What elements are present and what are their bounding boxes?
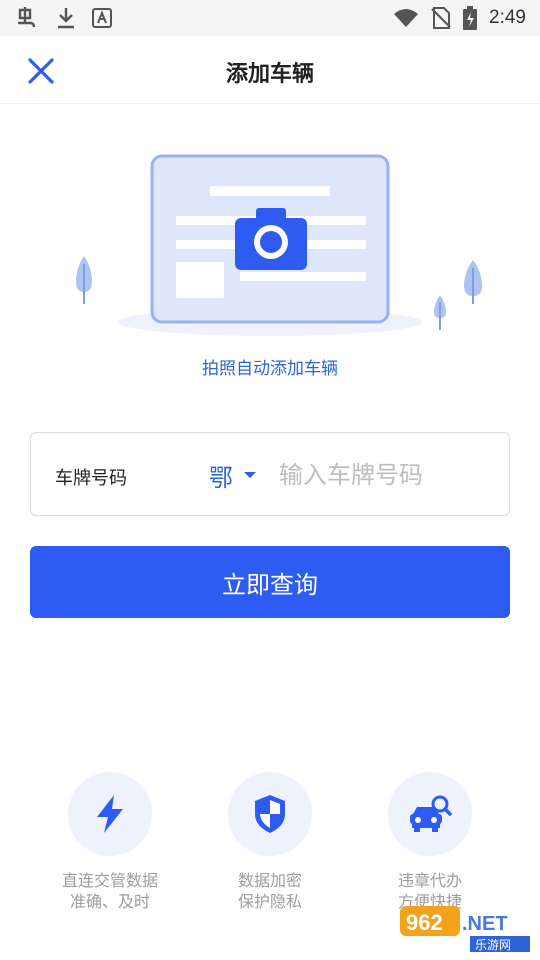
feature-line: 违章代办: [397, 871, 462, 890]
feature-circle: [68, 772, 152, 856]
feature-item-realtime: 直连交管数据 准确、及时: [30, 772, 190, 912]
chevron-down-icon: [244, 472, 256, 478]
province-value: 鄂: [209, 463, 233, 492]
small-tree-icon: [434, 295, 446, 330]
plate-number-field: 车牌号码 鄂: [30, 432, 510, 516]
svg-text:.NET: .NET: [462, 913, 508, 935]
feature-list: 直连交管数据 准确、及时 数据加密 保护隐私 违章代办 方便快捷: [0, 772, 540, 922]
watermark-logo: 962 .NET 乐游网: [400, 902, 532, 954]
no-sim-icon: [431, 7, 451, 29]
right-tree-icon: [464, 260, 482, 304]
feature-line: 保护隐私: [237, 892, 302, 911]
feature-line: 直连交管数据: [61, 871, 158, 890]
wifi-icon: [393, 8, 419, 28]
plate-number-input[interactable]: [279, 453, 489, 497]
svg-text:乐游网: 乐游网: [475, 938, 511, 952]
download-icon: [56, 7, 76, 29]
app-notification-icon: [14, 7, 40, 29]
feature-circle: [388, 772, 472, 856]
car-search-icon: [410, 795, 452, 832]
shield-icon: [255, 795, 285, 833]
status-time: 2:49: [489, 7, 526, 28]
font-app-icon: [92, 8, 112, 28]
feature-line: 数据加密: [237, 871, 302, 890]
auto-add-vehicle-link[interactable]: 拍照自动添加车辆: [0, 354, 540, 379]
page-title: 添加车辆: [225, 62, 314, 87]
feature-text: 数据加密 保护隐私: [190, 870, 350, 912]
svg-text:962: 962: [406, 910, 443, 935]
feature-circle: [228, 772, 312, 856]
province-selector[interactable]: 鄂: [209, 455, 257, 495]
status-right-icons: 2:49: [393, 6, 526, 30]
status-bar: 2:49: [0, 0, 540, 36]
app-header: 添加车辆: [0, 36, 540, 104]
feature-line: 准确、及时: [69, 892, 150, 911]
feature-text: 直连交管数据 准确、及时: [30, 870, 190, 912]
left-tree-icon: [76, 256, 92, 304]
feature-item-agency: 违章代办 方便快捷: [350, 772, 510, 912]
camera-card-illustration[interactable]: [60, 140, 490, 340]
plate-number-label: 车牌号码: [55, 468, 127, 489]
status-left-icons: [14, 7, 112, 29]
query-button[interactable]: 立即查询: [30, 546, 510, 618]
lightning-icon: [97, 795, 123, 833]
battery-icon: [463, 6, 478, 30]
feature-item-privacy: 数据加密 保护隐私: [190, 772, 350, 912]
